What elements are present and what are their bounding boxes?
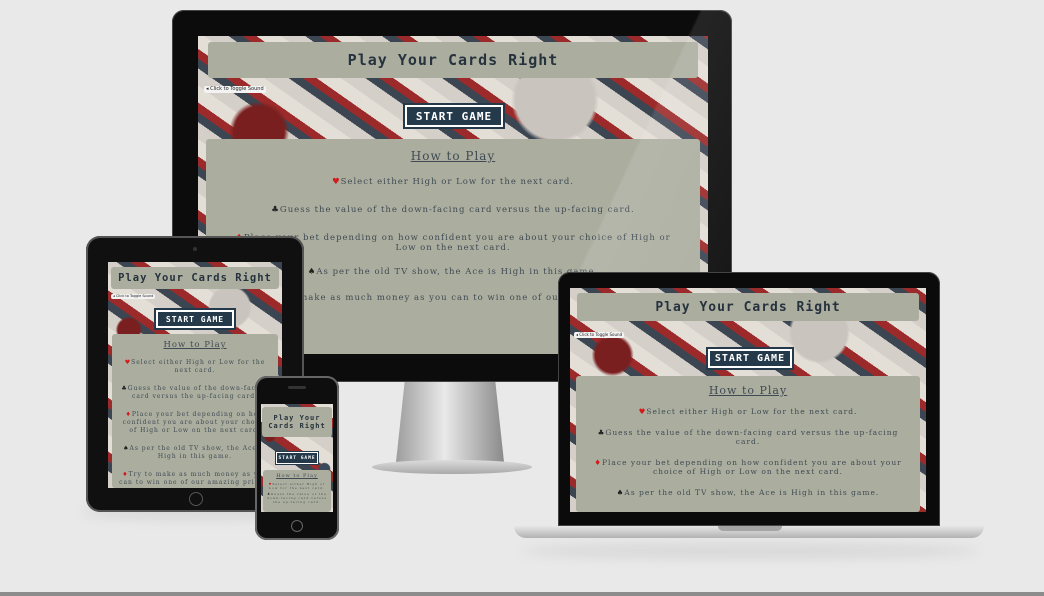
tablet-home-button — [189, 492, 203, 506]
tablet-camera — [193, 247, 197, 251]
club-icon: ♣ — [271, 205, 280, 215]
monitor-stand-base — [372, 460, 532, 474]
start-game-button[interactable]: START GAME — [405, 105, 503, 127]
diamond-icon: ♦ — [594, 458, 602, 467]
rule-item: ♥Select either High or Low for the next … — [124, 359, 266, 374]
rule-item: ♣Guess the value of the down-facing card… — [121, 385, 269, 400]
laptop-mockup: Play Your Cards Right ◂ Click to Toggle … — [514, 272, 984, 538]
how-to-play-heading: How to Play — [708, 384, 788, 397]
how-to-play-heading: How to Play — [163, 340, 227, 350]
how-to-play-heading: How to Play — [276, 473, 318, 479]
rule-item: ♣Guess the value of the down-facing card… — [266, 492, 328, 504]
monitor-stand-neck — [396, 382, 504, 462]
rule-item: ♠As per the old TV show, the Ace is High… — [616, 488, 880, 497]
speaker-icon: ◂ — [206, 86, 209, 92]
speaker-icon: ◂ — [576, 332, 579, 337]
rule-item: ♠As per the old TV show, the Ace is High… — [123, 445, 267, 460]
page-title: Play Your Cards Right — [262, 407, 332, 437]
start-game-button[interactable]: START GAME — [276, 452, 318, 464]
laptop-notch — [718, 526, 782, 531]
rule-item: ♥Select either High or Low for the next … — [268, 482, 326, 490]
phone-speaker — [288, 386, 306, 389]
phone-mockup: Play Your Cards Right START GAME How to … — [255, 376, 339, 540]
rule-item: ♦Place your bet depending on how confide… — [122, 411, 268, 434]
phone-home-button — [291, 520, 303, 532]
heart-icon: ♥ — [331, 177, 341, 187]
how-to-play-panel: How to Play ♥Select either High or Low f… — [576, 376, 920, 512]
phone-screen: Play Your Cards Right START GAME How to … — [261, 404, 333, 512]
page-title: Play Your Cards Right — [577, 293, 919, 321]
start-game-button[interactable]: START GAME — [156, 310, 234, 328]
page-bottom-border — [0, 592, 1044, 596]
how-to-play-panel: How to Play ♥Select either High or Low f… — [263, 470, 331, 512]
laptop-screen: Play Your Cards Right ◂ Click to Toggle … — [570, 288, 926, 512]
page-title: Play Your Cards Right — [111, 267, 279, 289]
rule-item: ♣Guess the value of the down-facing card… — [597, 428, 899, 446]
sound-toggle-button[interactable]: ◂ Click to Toggle Sound — [111, 294, 156, 299]
rule-item: ♥Select either High or Low for the next … — [638, 407, 858, 416]
start-game-button[interactable]: START GAME — [708, 349, 792, 368]
sound-toggle-button[interactable]: ◂ Click to Toggle Sound — [204, 86, 266, 93]
rule-item: ♦Place your bet depending on how confide… — [594, 458, 902, 476]
how-to-play-panel: How to Play ♥Select either High or Low f… — [112, 334, 278, 488]
sound-toggle-button[interactable]: ◂ Click to Toggle Sound — [574, 332, 625, 338]
rule-item: ♦Try to make as much money as you can to… — [119, 471, 271, 486]
speaker-icon: ◂ — [113, 294, 115, 298]
